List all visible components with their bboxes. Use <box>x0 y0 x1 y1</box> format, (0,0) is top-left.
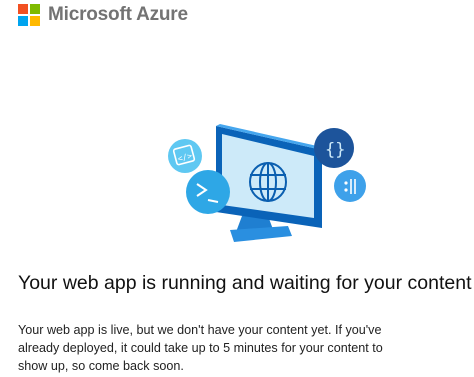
logo-square-green <box>30 4 40 14</box>
web-app-illustration: </> {} <box>168 124 366 242</box>
page-headline: Your web app is running and waiting for … <box>18 272 472 294</box>
logo-square-yellow <box>30 16 40 26</box>
terminal-icon <box>186 170 230 214</box>
logo-square-red <box>18 4 28 14</box>
header: Microsoft Azure <box>18 2 188 28</box>
logo-square-blue <box>18 16 28 26</box>
json-braces-icon: {} <box>314 128 354 168</box>
api-icon <box>334 170 366 202</box>
app-service-default-page: Microsoft Azure </> {} Your web app is r… <box>0 0 474 377</box>
page-description: Your web app is live, but we don't have … <box>18 323 383 373</box>
microsoft-logo-icon <box>18 4 40 26</box>
brand-name: Microsoft Azure <box>48 4 188 25</box>
svg-text:{}: {} <box>325 140 345 160</box>
code-icon: </> <box>168 139 202 173</box>
